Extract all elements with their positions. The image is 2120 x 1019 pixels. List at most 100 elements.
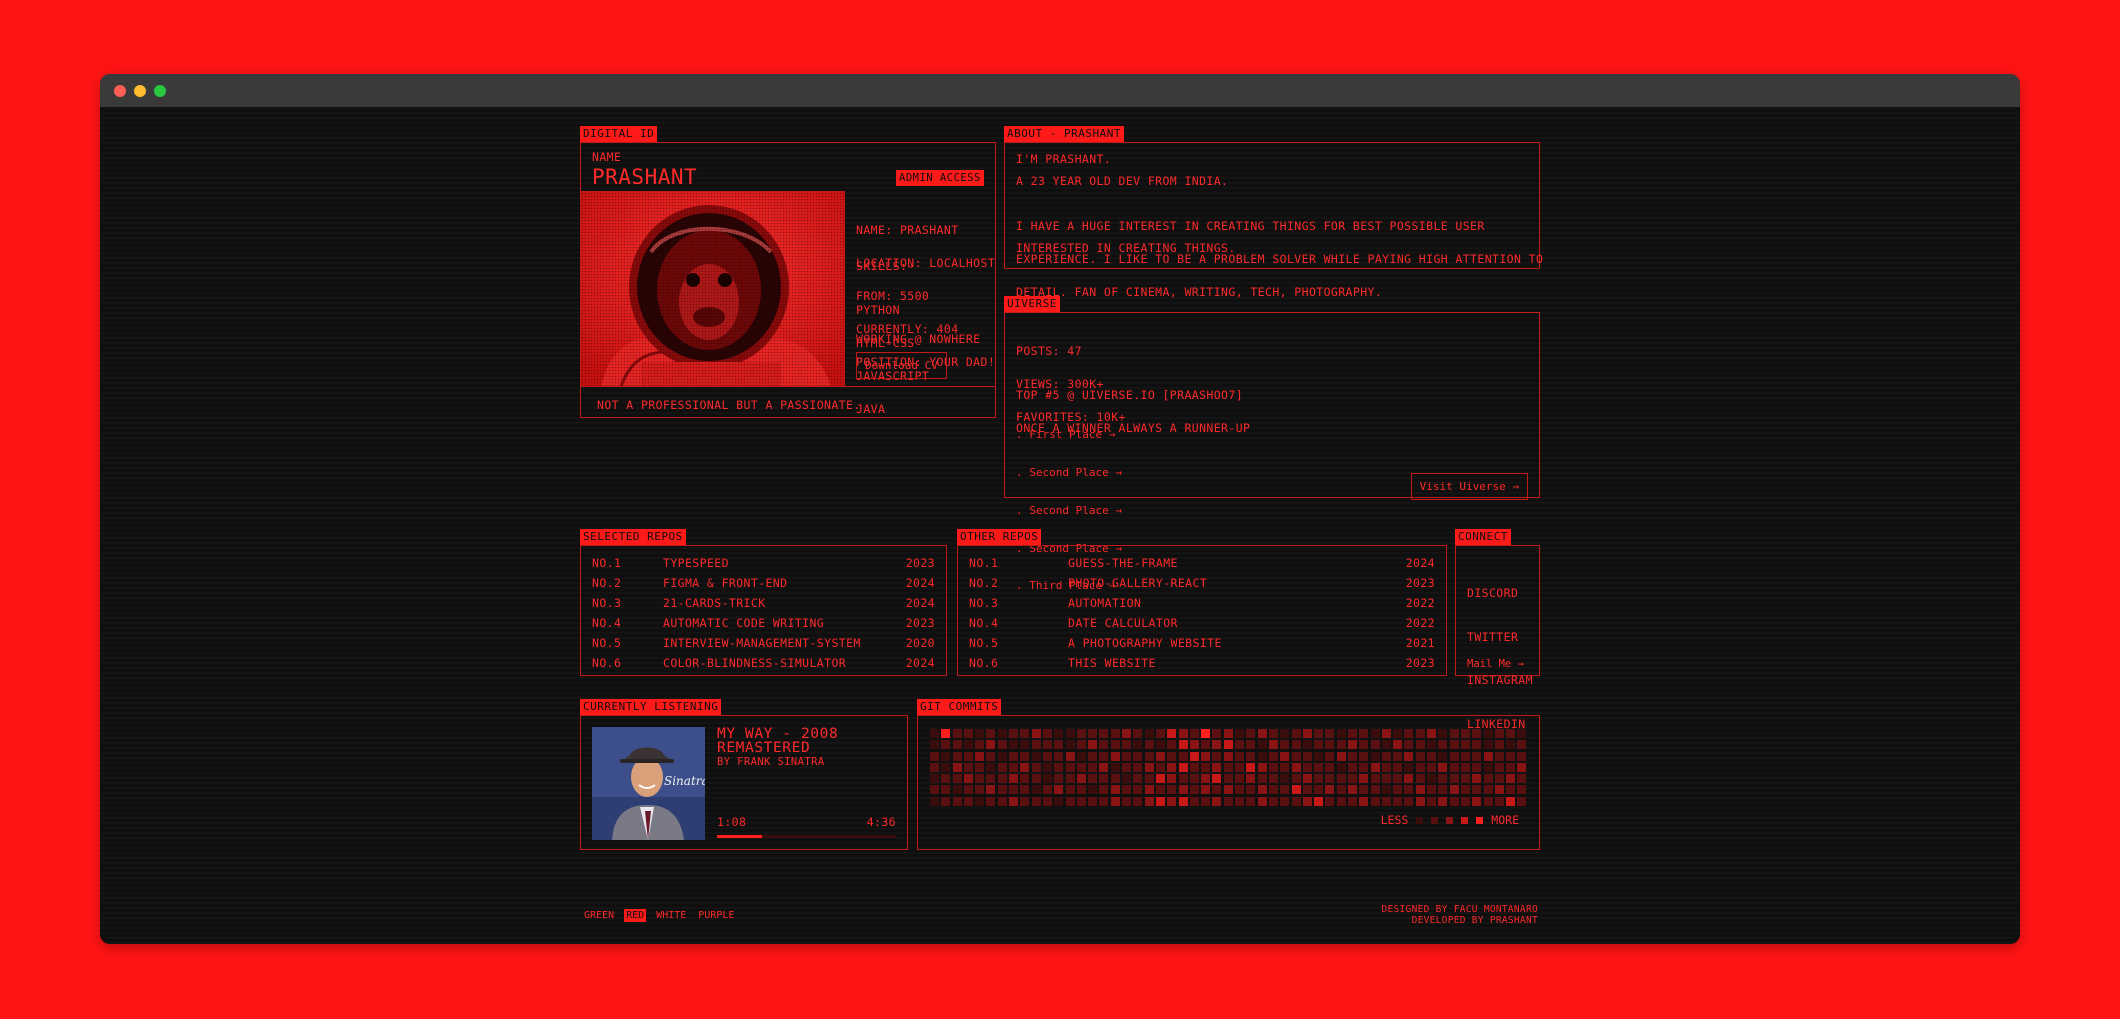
about-tag: ABOUT - PRASHANT	[1004, 126, 1124, 142]
commit-cell	[1438, 729, 1448, 738]
progress-track[interactable]	[717, 835, 896, 838]
maximize-dot[interactable]	[154, 84, 166, 97]
repo-row[interactable]: NO.2 PHOTO-GALLERY-REACT 2023	[969, 576, 1435, 596]
commit-cell	[1506, 785, 1516, 795]
place-link[interactable]: . Second Place →	[1016, 466, 1122, 480]
commit-cell	[1020, 751, 1030, 761]
repo-year: 2022	[1405, 596, 1435, 610]
commit-cell	[1099, 796, 1109, 806]
commit-cell	[1009, 762, 1019, 772]
admin-access-badge[interactable]: ADMIN ACCESS	[896, 170, 984, 186]
commit-cell	[1359, 796, 1369, 806]
repo-name: A PHOTOGRAPHY WEBSITE	[1068, 636, 1222, 650]
commit-cell	[1393, 774, 1403, 784]
repo-number: NO.2	[592, 576, 622, 590]
commit-cell	[1494, 796, 1504, 806]
commit-cell	[1122, 796, 1132, 806]
repo-row[interactable]: NO.4 DATE CALCULATOR 2022	[969, 616, 1435, 636]
commit-cell	[1370, 774, 1380, 784]
commit-cell	[1449, 796, 1459, 806]
selected-repos-card: NO.1 TYPESPEED 2023 NO.2 FIGMA & FRONT-END 20…	[580, 545, 947, 676]
commit-cell	[1404, 751, 1414, 761]
discord-link[interactable]: DISCORD	[1467, 586, 1533, 601]
digital-id-card: NAME PRASHANT ADMIN ACCESS NAME: PRASHAN…	[580, 142, 996, 418]
repo-row[interactable]: NO.5 INTERVIEW-MANAGEMENT-SYSTEM 2020	[592, 636, 935, 656]
commit-cell	[1088, 796, 1098, 806]
commit-cell	[1212, 729, 1222, 738]
commit-cell	[930, 774, 939, 784]
commit-cell	[1246, 729, 1256, 738]
theme-red[interactable]: RED	[624, 909, 647, 922]
minimize-dot[interactable]	[134, 84, 146, 97]
repo-number: NO.4	[969, 616, 999, 630]
commit-cell	[1076, 774, 1086, 784]
commit-cell	[1133, 751, 1143, 761]
repo-row[interactable]: NO.1 TYPESPEED 2023	[592, 556, 935, 576]
commit-cell	[1110, 774, 1120, 784]
theme-green[interactable]: GREEN	[582, 909, 616, 922]
commit-cell	[1031, 762, 1041, 772]
commit-cell	[1494, 785, 1504, 795]
theme-white[interactable]: WHITE	[654, 909, 688, 922]
repo-row[interactable]: NO.3 21-CARDS-TRICK 2024	[592, 596, 935, 616]
commit-cell	[963, 751, 973, 761]
commit-cell	[1472, 740, 1482, 750]
commit-cell	[1336, 796, 1346, 806]
commit-cell	[1381, 774, 1391, 784]
commit-cell	[1347, 785, 1357, 795]
commit-cell	[1483, 774, 1493, 784]
commit-cell	[1246, 740, 1256, 750]
commit-cell	[1393, 740, 1403, 750]
repo-row[interactable]: NO.4 AUTOMATIC CODE WRITING 2023	[592, 616, 935, 636]
commit-cell	[1438, 751, 1448, 761]
mail-me-link[interactable]: Mail Me →	[1467, 658, 1524, 670]
commit-cell	[1427, 774, 1437, 784]
commit-cell	[1246, 751, 1256, 761]
repo-year: 2024	[905, 576, 935, 590]
git-commits-tag: GIT COMMITS	[917, 699, 1002, 715]
twitter-link[interactable]: TWITTER	[1467, 630, 1533, 645]
commit-cell	[1009, 774, 1019, 784]
repo-year: 2021	[1405, 636, 1435, 650]
repo-row[interactable]: NO.3 AUTOMATION 2022	[969, 596, 1435, 616]
commit-cell	[1133, 796, 1143, 806]
commit-cell	[1506, 774, 1516, 784]
commit-cell	[1223, 740, 1233, 750]
commit-cell	[997, 762, 1007, 772]
commit-cell	[1336, 785, 1346, 795]
commit-cell	[1359, 785, 1369, 795]
commit-cell	[1223, 774, 1233, 784]
place-link[interactable]: . First Place →	[1016, 429, 1122, 442]
commit-cell	[963, 762, 973, 772]
commit-cell	[1427, 740, 1437, 750]
repo-row[interactable]: NO.6 COLOR-BLINDNESS-SIMULATOR 2024	[592, 656, 935, 676]
commit-cell	[1404, 785, 1414, 795]
repo-row[interactable]: NO.2 FIGMA & FRONT-END 2024	[592, 576, 935, 596]
commit-cell	[1483, 796, 1493, 806]
commit-cell	[1438, 796, 1448, 806]
commit-cell	[1110, 729, 1120, 738]
repo-year: 2023	[905, 616, 935, 630]
visit-uiverse-button[interactable]: Visit Uiverse →	[1410, 473, 1528, 500]
commit-cell	[1517, 729, 1527, 738]
commit-cell	[1483, 785, 1493, 795]
sinatra-album-art: Sinatra	[592, 727, 705, 840]
commit-cell	[1110, 762, 1120, 772]
theme-purple[interactable]: PURPLE	[696, 909, 736, 922]
repo-row[interactable]: NO.6 THIS WEBSITE 2023	[969, 656, 1435, 676]
repo-row[interactable]: NO.5 A PHOTOGRAPHY WEBSITE 2021	[969, 636, 1435, 656]
commit-cell	[1427, 729, 1437, 738]
commit-cell	[1155, 751, 1165, 761]
commit-cell	[1009, 729, 1019, 738]
skill-item: JAVA	[856, 402, 886, 416]
commit-cell	[1009, 740, 1019, 750]
repo-name: INTERVIEW-MANAGEMENT-SYSTEM	[663, 636, 861, 650]
download-cv-button[interactable]: Download CV	[856, 352, 947, 379]
commit-cell	[1178, 740, 1188, 750]
commit-cell	[1268, 796, 1278, 806]
repo-row[interactable]: NO.1 GUESS-THE-FRAME 2024	[969, 556, 1435, 576]
instagram-link[interactable]: INSTAGRAM	[1467, 673, 1533, 688]
close-dot[interactable]	[114, 84, 126, 97]
commit-cell	[1020, 762, 1030, 772]
place-link[interactable]: . Second Place →	[1016, 504, 1122, 518]
